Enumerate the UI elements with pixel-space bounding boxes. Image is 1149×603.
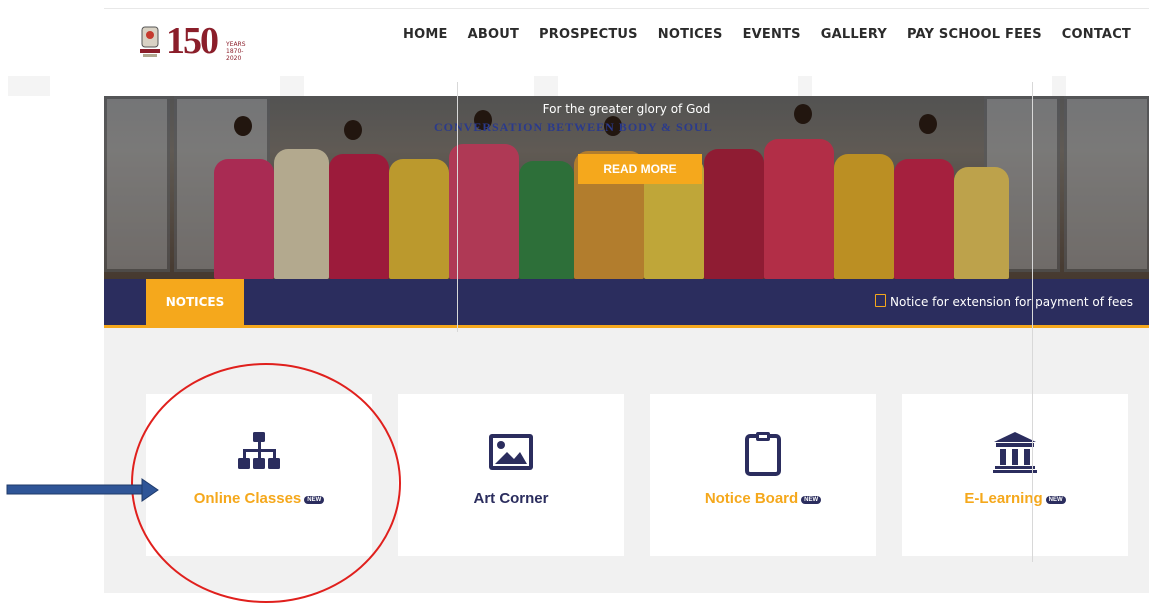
card-label[interactable]: E-Learning — [964, 490, 1042, 507]
strip-block — [558, 76, 798, 96]
notices-bar: NOTICES Notice for extension for payment… — [104, 279, 1149, 328]
card-label[interactable]: Notice Board — [705, 490, 798, 507]
notice-ticker[interactable]: Notice for extension for payment of fees — [875, 279, 1133, 325]
nav-notices[interactable]: NOTICES — [658, 27, 723, 42]
strip-block — [50, 76, 280, 96]
overlay-line — [457, 82, 458, 332]
card-label[interactable]: Art Corner — [473, 490, 548, 507]
card-e-learning[interactable]: E-Learning NEW — [902, 394, 1128, 556]
card-label-wrap: E-Learning NEW — [902, 490, 1128, 507]
strip-block — [812, 76, 1052, 96]
card-label-wrap: Art Corner — [398, 490, 624, 507]
main-nav: HOME ABOUT PROSPECTUS NOTICES EVENTS GAL… — [403, 27, 1131, 42]
nav-prospectus[interactable]: PROSPECTUS — [539, 27, 638, 42]
site-header: 150 YEARS 1870-2020 HOME ABOUT PROSPECTU… — [104, 8, 1149, 69]
nav-contact[interactable]: CONTACT — [1062, 27, 1131, 42]
stage-banner-text: CONVERSATION BETWEEN BODY & SOUL — [434, 120, 713, 134]
card-notice-board[interactable]: Notice Board NEW — [650, 394, 876, 556]
strip-block — [304, 76, 534, 96]
logo-years: YEARS 1870-2020 — [226, 41, 246, 62]
new-badge: NEW — [1045, 496, 1066, 504]
quick-links-section: Online Classes NEW Art Corner Notice Boar… — [104, 328, 1149, 593]
nav-home[interactable]: HOME — [403, 27, 448, 42]
new-badge: NEW — [304, 496, 325, 504]
hero-tagline: For the greater glory of God — [542, 102, 711, 116]
clipboard-icon — [875, 294, 886, 307]
header-strip — [8, 76, 1066, 96]
notice-ticker-text[interactable]: Notice for extension for payment of fees — [890, 295, 1133, 309]
nav-gallery[interactable]: GALLERY — [821, 27, 887, 42]
nav-events[interactable]: EVENTS — [743, 27, 801, 42]
logo-150: 150 — [166, 20, 219, 62]
card-label-wrap: Online Classes NEW — [146, 490, 372, 507]
overlay-line — [1032, 82, 1033, 562]
clipboard-icon — [745, 432, 781, 476]
hero-slider[interactable]: CONVERSATION BETWEEN BODY & SOUL For the… — [104, 96, 1149, 279]
card-label[interactable]: Online Classes — [194, 490, 302, 507]
new-badge: NEW — [801, 496, 822, 504]
card-online-classes[interactable]: Online Classes NEW — [146, 394, 372, 556]
nav-pay-school-fees[interactable]: PAY SCHOOL FEES — [907, 27, 1042, 42]
annotation-arrow-icon — [6, 478, 159, 502]
card-label-wrap: Notice Board NEW — [650, 490, 876, 507]
school-logo[interactable]: 150 YEARS 1870-2020 — [138, 17, 246, 69]
image-icon — [489, 434, 533, 470]
card-art-corner[interactable]: Art Corner — [398, 394, 624, 556]
sitemap-icon — [238, 432, 280, 469]
notices-label[interactable]: NOTICES — [146, 279, 244, 325]
crest-icon — [140, 26, 160, 57]
nav-about[interactable]: ABOUT — [468, 27, 519, 42]
read-more-button[interactable]: READ MORE — [578, 154, 702, 184]
